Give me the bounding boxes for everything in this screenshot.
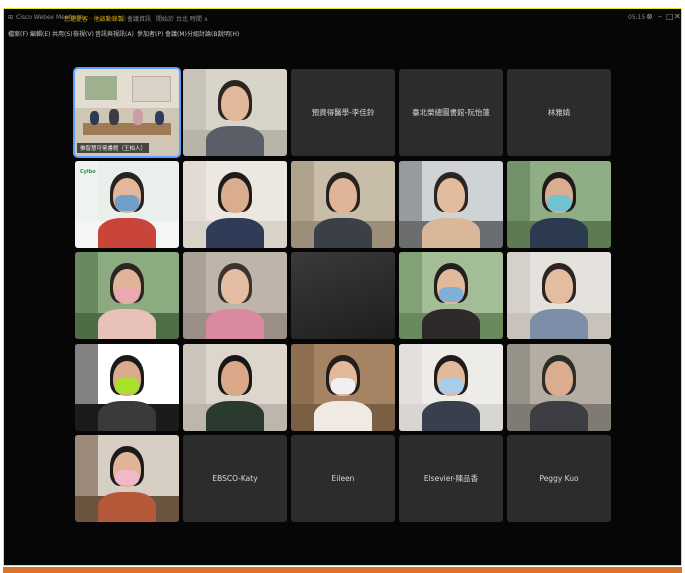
participant-name: 林雅婧	[547, 108, 571, 117]
participant-video	[291, 343, 395, 431]
participant-video	[507, 252, 611, 339]
participant-video	[183, 160, 287, 248]
video-tile[interactable]	[291, 160, 395, 248]
participant-video	[183, 252, 287, 339]
video-tile[interactable]	[291, 343, 395, 431]
bottom-bar	[3, 567, 682, 573]
video-tile[interactable]	[399, 343, 503, 431]
video-tile[interactable]: 預資得醫學-李佳鈴	[291, 69, 395, 156]
video-tile[interactable]: 佛智慧可佬書館（王柏人）	[75, 69, 179, 156]
title-bar: ⊞ Cisco Webex Meetings 您還是客 · 他啟動錄製 ⓵ 會議…	[4, 9, 681, 25]
maximize-icon[interactable]: □	[666, 12, 674, 21]
settings-icon[interactable]: ⊗	[646, 12, 653, 21]
video-tile[interactable]	[75, 252, 179, 339]
participant-video	[75, 435, 179, 522]
menu-participants[interactable]: 參加者(P)	[137, 29, 163, 38]
minimize-icon[interactable]: –	[658, 12, 662, 21]
video-tile[interactable]: Cylbo	[75, 160, 179, 248]
participant-video	[183, 343, 287, 431]
info-icon[interactable]: ⓵	[120, 14, 126, 23]
close-icon[interactable]: ✕	[674, 12, 681, 21]
participant-video	[399, 343, 503, 431]
participant-name: 預資得醫學-李佳鈴	[311, 108, 375, 117]
participant-video	[75, 252, 179, 339]
menu-help[interactable]: 說明(H)	[218, 29, 239, 38]
participant-video	[75, 343, 179, 431]
video-tile[interactable]	[183, 343, 287, 431]
menu-audio-video[interactable]: 音訊與視訊(A)	[95, 29, 134, 38]
participant-video	[399, 160, 503, 248]
participant-name: Peggy Kuo	[539, 474, 579, 483]
participant-name: 臺北榮總圖書館-阮怡蓮	[412, 108, 490, 117]
video-tile[interactable]	[183, 69, 287, 156]
video-tile[interactable]	[75, 435, 179, 522]
video-tile[interactable]: 林雅婧	[507, 69, 611, 156]
video-tile[interactable]: Eileen	[291, 435, 395, 522]
menu-breakout[interactable]: 分組討論(B)	[187, 29, 220, 38]
participant-video	[291, 160, 395, 248]
menu-meeting[interactable]: 會議(M)	[165, 29, 187, 38]
video-tile[interactable]: EBSCO-Katy	[183, 435, 287, 522]
recording-status[interactable]: 您還是客 · 他啟動錄製	[64, 14, 124, 23]
participant-video	[399, 252, 503, 339]
video-tile[interactable]: Elsevier-陳品香	[399, 435, 503, 522]
company-logo: Cylbo	[80, 168, 96, 175]
video-tile[interactable]	[183, 160, 287, 248]
clock: 05:15	[628, 14, 646, 21]
video-tile[interactable]	[399, 160, 503, 248]
video-tile[interactable]	[507, 160, 611, 248]
menu-bar: 檔案(F) 編輯(E) 共用(S) 檢視(V) 音訊與視訊(A) 參加者(P) …	[4, 26, 681, 40]
app-logo-icon: ⊞	[8, 14, 14, 21]
video-tile[interactable]: Peggy Kuo	[507, 435, 611, 522]
active-speaker-label: 佛智慧可佬書館（王柏人）	[77, 143, 150, 153]
participant-name: EBSCO-Katy	[212, 474, 258, 483]
participant-name: Elsevier-陳品香	[423, 474, 479, 483]
meeting-info-button[interactable]: 會議資訊	[127, 14, 151, 23]
video-tile[interactable]	[507, 252, 611, 339]
menu-file[interactable]: 檔案(F)	[8, 29, 28, 38]
menu-edit[interactable]: 編輯(E)	[30, 29, 50, 38]
participant-video	[183, 69, 287, 156]
video-tile[interactable]	[507, 343, 611, 431]
video-tile[interactable]	[183, 252, 287, 339]
participant-video	[507, 160, 611, 248]
menu-view[interactable]: 檢視(V)	[73, 29, 94, 38]
video-tile[interactable]	[75, 343, 179, 431]
video-tile[interactable]: 臺北榮總圖書館-阮怡蓮	[399, 69, 503, 156]
participant-name: Eileen	[331, 474, 355, 483]
menu-share[interactable]: 共用(S)	[52, 29, 73, 38]
video-tile[interactable]	[399, 252, 503, 339]
video-tile-dark[interactable]	[291, 252, 395, 339]
meeting-time[interactable]: 開始於 台北 時間 ∧	[156, 14, 208, 23]
participant-video	[507, 343, 611, 431]
